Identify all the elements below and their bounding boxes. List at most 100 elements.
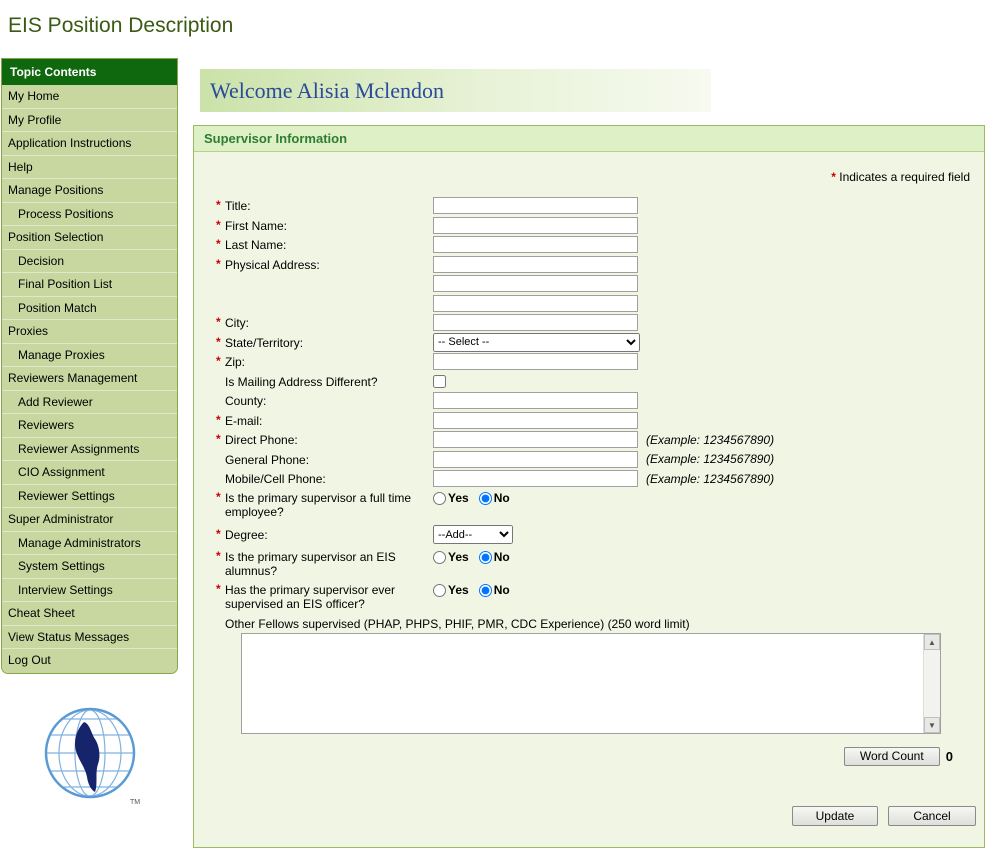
degree-select[interactable]: --Add-- — [433, 525, 513, 544]
alumnus-radio-group: Yes No — [433, 550, 510, 565]
word-count-button[interactable]: Word Count — [844, 747, 940, 766]
supervisor-form: * Title: * First Name: * Last Name: — [216, 196, 976, 826]
full-time-radio-group: Yes No — [433, 491, 510, 506]
textarea-scrollbar[interactable]: ▲ ▼ — [923, 634, 940, 733]
sidebar-item[interactable]: My Profile — [2, 109, 177, 133]
sidebar: Topic Contents My Home My Profile Applic… — [1, 58, 178, 674]
county-row: County: — [216, 391, 976, 411]
last-name-input[interactable] — [433, 236, 638, 253]
physical-address-line3-input[interactable] — [433, 295, 638, 312]
scrollbar-track[interactable] — [924, 650, 940, 717]
globe-icon: TM — [42, 706, 142, 806]
alumnus-row: * Is the primary supervisor an EIS alumn… — [216, 548, 976, 581]
mailing-address-different-label: Is Mailing Address Different? — [225, 374, 433, 389]
sidebar-item[interactable]: CIO Assignment — [2, 461, 177, 485]
full-time-no-label: No — [494, 491, 510, 505]
required-asterisk: * — [216, 237, 225, 251]
supervised-eis-no-label: No — [494, 583, 510, 597]
direct-phone-example: (Example: 1234567890) — [646, 433, 774, 447]
sidebar-item[interactable]: View Status Messages — [2, 626, 177, 650]
sidebar-item[interactable]: Decision — [2, 250, 177, 274]
sidebar-item[interactable]: Super Administrator — [2, 508, 177, 532]
supervised-eis-row: * Has the primary supervisor ever superv… — [216, 581, 976, 614]
required-asterisk: * — [216, 582, 225, 596]
full-time-no-radio[interactable] — [479, 492, 492, 505]
physical-address-line1-input[interactable] — [433, 256, 638, 273]
state-territory-row: * State/Territory: -- Select -- — [216, 333, 976, 353]
sidebar-item[interactable]: Reviewers — [2, 414, 177, 438]
state-territory-label: State/Territory: — [225, 335, 433, 350]
scroll-up-icon[interactable]: ▲ — [924, 634, 940, 650]
supervised-eis-yes-radio[interactable] — [433, 584, 446, 597]
sidebar-item[interactable]: Position Selection — [2, 226, 177, 250]
cancel-button[interactable]: Cancel — [888, 806, 976, 826]
required-asterisk: * — [216, 257, 225, 271]
sidebar-item[interactable]: Application Instructions — [2, 132, 177, 156]
physical-address-label: Physical Address: — [225, 257, 433, 272]
welcome-banner: Welcome Alisia Mclendon — [200, 69, 711, 112]
panel-header: Supervisor Information — [194, 126, 984, 152]
sidebar-item[interactable]: Proxies — [2, 320, 177, 344]
direct-phone-label: Direct Phone: — [225, 432, 433, 447]
page-title: EIS Position Description — [8, 14, 233, 38]
last-name-label: Last Name: — [225, 237, 433, 252]
zip-label: Zip: — [225, 354, 433, 369]
other-fellows-label: Other Fellows supervised (PHAP, PHPS, PH… — [216, 616, 976, 632]
sidebar-item[interactable]: System Settings — [2, 555, 177, 579]
county-input[interactable] — [433, 392, 638, 409]
welcome-text: Welcome Alisia Mclendon — [200, 69, 711, 112]
sidebar-item[interactable]: Reviewer Settings — [2, 485, 177, 509]
supervised-eis-label: Has the primary supervisor ever supervis… — [225, 582, 433, 611]
sidebar-item[interactable]: Log Out — [2, 649, 177, 673]
other-fellows-textarea[interactable] — [242, 634, 924, 733]
mobile-phone-example: (Example: 1234567890) — [646, 472, 774, 486]
scroll-down-icon[interactable]: ▼ — [924, 717, 940, 733]
mobile-phone-input[interactable] — [433, 470, 638, 487]
sidebar-item[interactable]: Final Position List — [2, 273, 177, 297]
form-buttons-row: Update Cancel — [216, 806, 976, 826]
email-input[interactable] — [433, 412, 638, 429]
state-territory-select[interactable]: -- Select -- — [433, 333, 640, 352]
full-time-yes-radio[interactable] — [433, 492, 446, 505]
city-label: City: — [225, 315, 433, 330]
sidebar-item[interactable]: Interview Settings — [2, 579, 177, 603]
required-asterisk: * — [216, 354, 225, 368]
sidebar-item[interactable]: My Home — [2, 85, 177, 109]
supervised-eis-no-radio[interactable] — [479, 584, 492, 597]
sidebar-item[interactable]: Cheat Sheet — [2, 602, 177, 626]
city-input[interactable] — [433, 314, 638, 331]
last-name-row: * Last Name: — [216, 235, 976, 255]
sidebar-item[interactable]: Reviewers Management — [2, 367, 177, 391]
full-time-label: Is the primary supervisor a full time em… — [225, 490, 433, 519]
alumnus-no-radio[interactable] — [479, 551, 492, 564]
general-phone-input[interactable] — [433, 451, 638, 468]
title-label: Title: — [225, 198, 433, 213]
title-input[interactable] — [433, 197, 638, 214]
required-asterisk: * — [216, 490, 225, 504]
required-asterisk: * — [216, 218, 225, 232]
general-phone-label: General Phone: — [225, 452, 433, 467]
sidebar-item[interactable]: Manage Proxies — [2, 344, 177, 368]
alumnus-yes-radio[interactable] — [433, 551, 446, 564]
direct-phone-input[interactable] — [433, 431, 638, 448]
sidebar-item[interactable]: Manage Administrators — [2, 532, 177, 556]
sidebar-item[interactable]: Add Reviewer — [2, 391, 177, 415]
direct-phone-row: * Direct Phone: (Example: 1234567890) — [216, 430, 976, 450]
full-time-yes-label: Yes — [448, 491, 469, 505]
update-button[interactable]: Update — [792, 806, 878, 826]
supervised-eis-radio-group: Yes No — [433, 583, 510, 598]
physical-address-line2-input[interactable] — [433, 275, 638, 292]
sidebar-item[interactable]: Reviewer Assignments — [2, 438, 177, 462]
mailing-address-different-checkbox[interactable] — [433, 375, 446, 388]
sidebar-item[interactable]: Process Positions — [2, 203, 177, 227]
sidebar-item[interactable]: Help — [2, 156, 177, 180]
general-phone-example: (Example: 1234567890) — [646, 452, 774, 466]
sidebar-item[interactable]: Manage Positions — [2, 179, 177, 203]
sidebar-item[interactable]: Position Match — [2, 297, 177, 321]
zip-input[interactable] — [433, 353, 638, 370]
city-row: * City: — [216, 313, 976, 333]
first-name-input[interactable] — [433, 217, 638, 234]
required-asterisk: * — [831, 170, 836, 184]
mobile-phone-label: Mobile/Cell Phone: — [225, 471, 433, 486]
required-asterisk: * — [216, 198, 225, 212]
